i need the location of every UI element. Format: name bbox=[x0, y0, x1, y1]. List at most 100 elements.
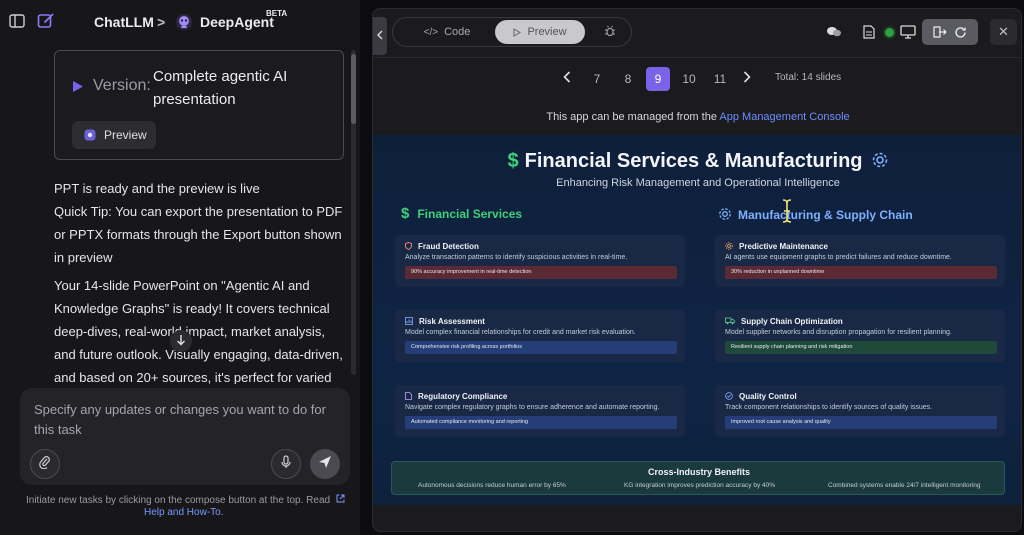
card-fraud-detection: Fraud Detection Analyze transaction patt… bbox=[395, 235, 685, 287]
preview-button[interactable]: Preview bbox=[72, 121, 156, 149]
card-quality-control: Quality Control Track component relation… bbox=[715, 385, 1005, 437]
financial-services-heading: $ Financial Services bbox=[401, 205, 522, 222]
card-supply-chain-optimization: Supply Chain Optimization Model supplier… bbox=[715, 310, 1005, 362]
gear-icon bbox=[718, 207, 732, 224]
desktop-view-icon[interactable] bbox=[899, 23, 917, 41]
tab-code[interactable]: </> Code bbox=[407, 20, 487, 44]
document-icon[interactable] bbox=[860, 23, 878, 41]
benefit-item: Combined systems enable 24/7 intelligent… bbox=[828, 482, 981, 489]
debug-button[interactable] bbox=[595, 20, 625, 44]
close-preview-button[interactable]: ✕ bbox=[990, 19, 1017, 45]
card-description: Track component relationships to identif… bbox=[725, 404, 933, 411]
beta-badge: BETA bbox=[266, 9, 288, 18]
task-input[interactable] bbox=[34, 400, 339, 442]
compose-icon[interactable] bbox=[36, 11, 56, 31]
help-link[interactable]: Help and How-To. bbox=[144, 507, 223, 518]
card-metric: Automated compliance monitoring and repo… bbox=[405, 416, 677, 429]
app-name[interactable]: ChatLLM bbox=[94, 14, 154, 30]
card-metric: 30% reduction in unplanned downtime bbox=[725, 266, 997, 279]
refresh-icon[interactable] bbox=[954, 26, 967, 39]
card-description: Navigate complex regulatory graphs to en… bbox=[405, 404, 660, 411]
send-icon bbox=[318, 455, 332, 474]
version-card: Version: Complete agentic AI presentatio… bbox=[54, 50, 344, 160]
cog-icon bbox=[725, 242, 733, 252]
breadcrumb-separator: > bbox=[157, 14, 166, 30]
agent-name[interactable]: DeepAgent bbox=[200, 14, 274, 30]
card-regulatory-compliance: Regulatory Compliance Navigate complex r… bbox=[395, 385, 685, 437]
sidebar-toggle-icon[interactable] bbox=[8, 12, 26, 30]
card-description: Model supplier networks and disruption p… bbox=[725, 329, 952, 336]
card-title: Risk Assessment bbox=[419, 317, 485, 326]
benefit-item: KG integration improves prediction accur… bbox=[624, 482, 776, 489]
scroll-down-button[interactable] bbox=[170, 330, 192, 352]
file-icon bbox=[405, 392, 412, 402]
prev-slide-button[interactable] bbox=[563, 70, 571, 86]
help-hint: Initiate new tasks by clicking on the co… bbox=[26, 494, 352, 519]
card-title: Regulatory Compliance bbox=[418, 392, 508, 401]
management-notice: This app can be managed from the App Man… bbox=[373, 111, 1021, 123]
attach-button[interactable] bbox=[30, 449, 60, 479]
management-notice-text: This app can be managed from the bbox=[546, 111, 717, 123]
check-circle-icon bbox=[725, 392, 733, 402]
card-title: Supply Chain Optimization bbox=[741, 317, 843, 326]
left-heading-label: Financial Services bbox=[417, 207, 523, 221]
page-button[interactable]: 8 bbox=[616, 67, 640, 91]
composer bbox=[20, 388, 350, 485]
app-root: ChatLLM > DeepAgent BETA Version: Comple… bbox=[0, 0, 1024, 535]
chat-bubbles-icon[interactable] bbox=[825, 23, 843, 41]
status-indicator bbox=[885, 28, 894, 37]
slide-title-row: $ Financial Services & Manufacturing bbox=[373, 149, 1021, 173]
card-metric: Comprehensive risk profiling across port… bbox=[405, 341, 677, 354]
dollar-icon: $ bbox=[507, 150, 519, 172]
export-actions bbox=[922, 19, 978, 45]
page-button-current[interactable]: 9 bbox=[646, 67, 670, 91]
chat-message: Your 14-slide PowerPoint on "Agentic AI … bbox=[54, 278, 343, 384]
chevron-left-icon bbox=[377, 30, 383, 43]
cross-industry-benefits: Cross-Industry Benefits Autonomous decis… bbox=[391, 461, 1005, 495]
next-slide-button[interactable] bbox=[743, 70, 751, 86]
truck-icon bbox=[725, 317, 735, 327]
bug-icon bbox=[604, 25, 616, 40]
collapse-panel-button[interactable] bbox=[373, 17, 387, 55]
help-hint-text: Initiate new tasks by clicking on the co… bbox=[26, 495, 331, 506]
tab-preview[interactable]: Preview bbox=[495, 20, 585, 44]
chat-panel: ChatLLM > DeepAgent BETA Version: Comple… bbox=[0, 0, 360, 535]
page-button[interactable]: 10 bbox=[677, 67, 701, 91]
code-icon: </> bbox=[423, 26, 439, 38]
page-button[interactable]: 11 bbox=[708, 67, 732, 91]
agent-avatar-icon bbox=[174, 12, 194, 32]
manufacturing-heading: Manufacturing & Supply Chain bbox=[718, 205, 913, 222]
preview-icon bbox=[84, 129, 96, 141]
card-title: Fraud Detection bbox=[418, 242, 479, 251]
card-metric: Improved root cause analysis and quality bbox=[725, 416, 997, 429]
card-metric: 90% accuracy improvement in real-time de… bbox=[405, 266, 677, 279]
chart-icon bbox=[405, 317, 413, 327]
microphone-icon bbox=[280, 454, 292, 474]
view-mode-toggle: </> Code Preview bbox=[392, 17, 632, 47]
external-link-icon bbox=[336, 494, 345, 507]
dollar-icon: $ bbox=[401, 205, 410, 222]
chat-topbar: ChatLLM > DeepAgent BETA bbox=[0, 0, 360, 44]
play-icon bbox=[513, 27, 522, 37]
card-title: Predictive Maintenance bbox=[739, 242, 828, 251]
app-management-console-link[interactable]: App Management Console bbox=[719, 111, 849, 123]
paperclip-icon bbox=[39, 455, 51, 474]
chat-message: PPT is ready and the preview is live bbox=[54, 181, 260, 196]
slide-subtitle: Enhancing Risk Management and Operationa… bbox=[556, 177, 840, 189]
shield-icon bbox=[405, 242, 412, 252]
right-heading-label: Manufacturing & Supply Chain bbox=[738, 208, 913, 222]
slide-total: Total: 14 slides bbox=[775, 72, 842, 83]
voice-input-button[interactable] bbox=[271, 449, 301, 479]
card-description: Model complex financial relationships fo… bbox=[405, 329, 636, 336]
export-icon[interactable] bbox=[933, 26, 948, 38]
page-button[interactable]: 7 bbox=[585, 67, 609, 91]
chat-scrollbar-thumb[interactable] bbox=[351, 54, 356, 124]
slide-title: Financial Services & Manufacturing bbox=[524, 150, 863, 172]
chat-scrollbar[interactable] bbox=[351, 50, 356, 375]
play-flag-icon bbox=[71, 79, 85, 93]
text-cursor-icon bbox=[781, 199, 793, 228]
tab-code-label: Code bbox=[444, 26, 471, 38]
send-button[interactable] bbox=[310, 449, 340, 479]
version-label: Version: bbox=[93, 77, 151, 94]
card-description: Analyze transaction patterns to identify… bbox=[405, 254, 628, 261]
